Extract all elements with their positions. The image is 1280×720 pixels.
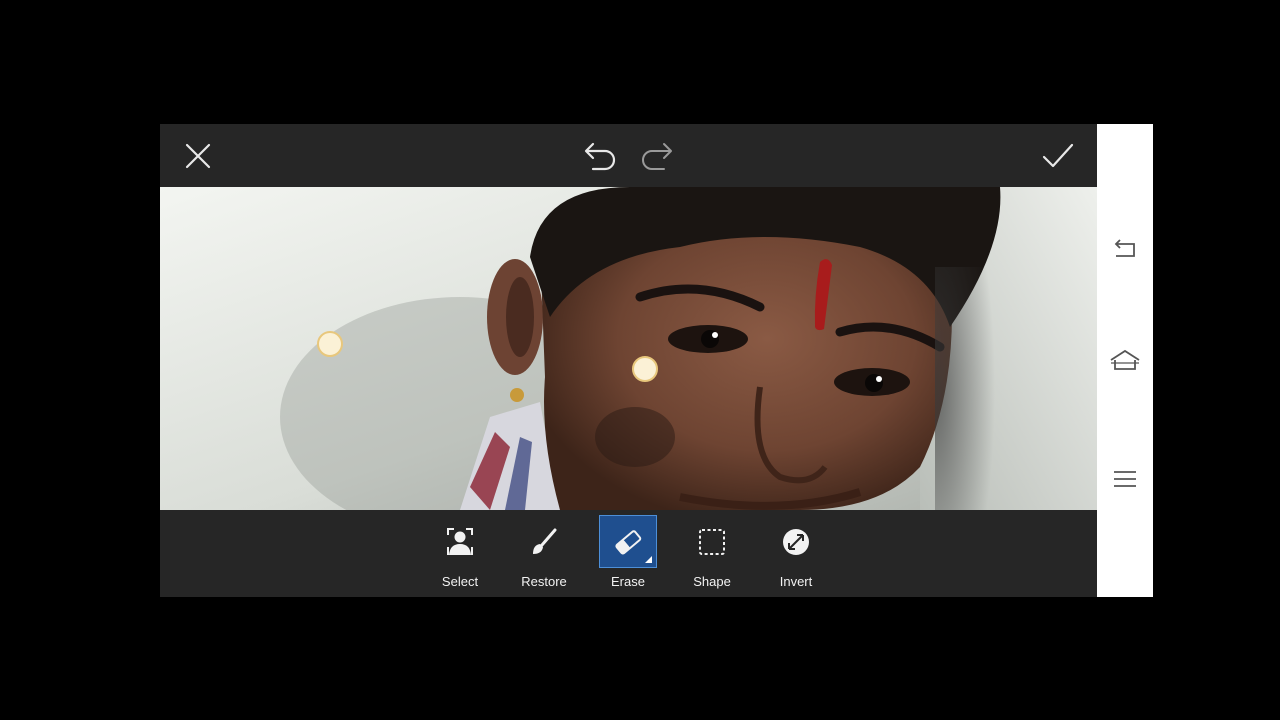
brush-marker[interactable] bbox=[632, 356, 658, 382]
invert-icon bbox=[783, 528, 809, 555]
dashed-square-icon bbox=[699, 528, 725, 555]
tool-label: Restore bbox=[521, 574, 567, 589]
tool-label: Shape bbox=[693, 574, 731, 589]
editing-canvas[interactable] bbox=[160, 187, 1097, 510]
back-button[interactable] bbox=[1105, 229, 1145, 269]
system-navigation-bar bbox=[1097, 124, 1153, 597]
eraser-icon bbox=[615, 529, 642, 554]
home-button[interactable] bbox=[1105, 340, 1145, 380]
checkmark-icon bbox=[1042, 143, 1074, 168]
apply-button[interactable] bbox=[1036, 138, 1080, 174]
undo-icon bbox=[584, 142, 616, 171]
top-toolbar bbox=[160, 124, 1097, 187]
brush-icon bbox=[533, 528, 557, 554]
tool-label: Erase bbox=[611, 574, 645, 589]
options-corner-indicator bbox=[645, 556, 652, 563]
tool-invert[interactable]: Invert bbox=[767, 515, 825, 589]
photo-editor-window: Select Restore Erase Shape Invert bbox=[160, 124, 1097, 597]
tool-label: Invert bbox=[779, 574, 813, 589]
tool-select[interactable]: Select bbox=[431, 515, 489, 589]
redo-icon bbox=[642, 143, 672, 170]
close-icon bbox=[185, 143, 211, 169]
menu-icon bbox=[1114, 471, 1136, 487]
back-icon bbox=[1114, 239, 1135, 257]
tool-shape[interactable]: Shape bbox=[683, 515, 741, 589]
undo-button[interactable] bbox=[579, 138, 621, 174]
tool-erase[interactable]: Erase bbox=[599, 515, 657, 589]
bottom-toolbar: Select Restore Erase Shape Invert bbox=[160, 510, 1097, 597]
tool-label: Select bbox=[441, 574, 479, 589]
tool-restore[interactable]: Restore bbox=[515, 515, 573, 589]
home-icon bbox=[1110, 349, 1140, 370]
person-select-icon bbox=[447, 527, 473, 555]
photo-preview bbox=[160, 187, 1097, 510]
brush-marker[interactable] bbox=[317, 331, 343, 357]
menu-button[interactable] bbox=[1105, 459, 1145, 499]
redo-button[interactable] bbox=[636, 138, 678, 174]
close-button[interactable] bbox=[178, 138, 218, 174]
